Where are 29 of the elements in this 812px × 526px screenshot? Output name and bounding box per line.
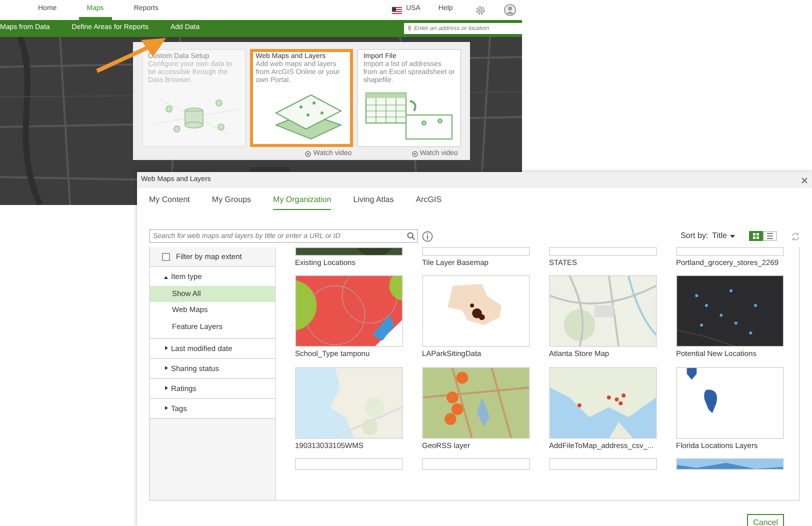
list-icon bbox=[767, 233, 773, 239]
dialog-tab[interactable]: ArcGIS bbox=[416, 194, 442, 210]
cancel-button[interactable]: Cancel bbox=[747, 514, 784, 526]
play-icon bbox=[305, 151, 312, 158]
flag-icon bbox=[392, 6, 402, 14]
sort-label: Sort by: bbox=[680, 230, 708, 242]
play-icon bbox=[412, 151, 418, 158]
info-icon[interactable] bbox=[422, 230, 433, 242]
caret-icon bbox=[730, 234, 735, 238]
grid-view-button[interactable] bbox=[749, 231, 763, 241]
list-view-button[interactable] bbox=[763, 231, 777, 241]
thumbnail[interactable] bbox=[295, 458, 403, 470]
dialog-tab[interactable]: My Organization bbox=[273, 194, 332, 210]
sort-dropdown[interactable]: Title bbox=[708, 230, 735, 242]
refresh-icon[interactable] bbox=[791, 232, 800, 240]
settings-icon[interactable] bbox=[474, 4, 486, 16]
close-button[interactable] bbox=[801, 176, 808, 184]
dialog-tab[interactable]: My Content bbox=[149, 194, 190, 210]
pin-icon bbox=[407, 25, 412, 32]
search-icon bbox=[407, 232, 415, 240]
thumbnail[interactable] bbox=[676, 247, 784, 256]
thumbnail[interactable] bbox=[422, 247, 530, 256]
grid-icon bbox=[753, 233, 759, 239]
thumbnail[interactable] bbox=[549, 247, 657, 256]
dialog-tab[interactable]: My Groups bbox=[212, 194, 252, 210]
thumbnail[interactable] bbox=[422, 458, 530, 470]
avatar-icon[interactable] bbox=[504, 4, 516, 16]
dialog-tab[interactable]: Living Atlas bbox=[353, 194, 394, 210]
thumbnail[interactable] bbox=[549, 458, 657, 470]
